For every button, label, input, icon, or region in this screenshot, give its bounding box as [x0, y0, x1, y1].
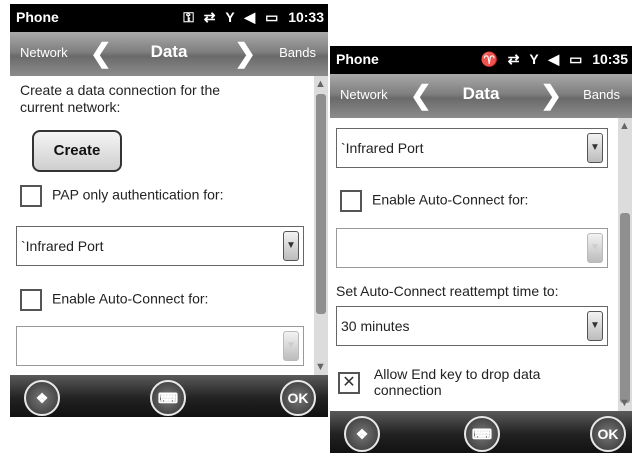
reattempt-time-dropdown[interactable]: 30 minutes ▼	[336, 306, 608, 346]
auto-connect-row[interactable]: Enable Auto-Connect for:	[340, 190, 528, 212]
scroll-down-icon[interactable]: ▼	[315, 361, 326, 373]
right-phone-screen: Phone ♈ ⇄ Y ◀ ▭ 10:35 Network ❮ Data ❯ B…	[330, 46, 632, 453]
end-key-label-line2: connection	[373, 382, 442, 398]
chevron-right-icon[interactable]: ❯	[234, 38, 256, 69]
content-panel: Create a data connection for the current…	[10, 76, 314, 375]
signal-icon: Y	[529, 51, 539, 67]
bottom-bar: ❖ ⌨ OK	[10, 375, 328, 417]
auto-connect-row[interactable]: Enable Auto-Connect for:	[20, 289, 208, 311]
nav-next-label[interactable]: Bands	[279, 45, 316, 60]
nav-bar: Network ❮ Data ❯ Bands	[10, 32, 328, 76]
status-time: 10:33	[288, 9, 324, 25]
ok-button[interactable]: OK	[590, 416, 626, 452]
scrollbar-thumb[interactable]	[316, 94, 326, 314]
status-app-title: Phone	[16, 9, 59, 25]
status-time: 10:35	[592, 51, 628, 67]
end-key-label-block: Allow End key to drop data connection	[374, 366, 541, 398]
create-description-line2: current network:	[20, 99, 121, 115]
dropdown-arrow-icon[interactable]: ▼	[587, 133, 603, 163]
auto-connect-label: Enable Auto-Connect for:	[372, 191, 529, 208]
windows-start-icon[interactable]: ❖	[344, 416, 380, 452]
content-panel: `Infrared Port ▼ Enable Auto-Connect for…	[330, 118, 618, 411]
vertical-scrollbar[interactable]: ▲ ▼	[314, 76, 328, 375]
status-app-title: Phone	[336, 51, 379, 67]
nav-next-label[interactable]: Bands	[583, 87, 620, 102]
auto-connect-dropdown[interactable]: ▼	[336, 228, 608, 268]
end-key-checkbox[interactable]: ✕	[338, 372, 360, 394]
keyboard-icon[interactable]: ⌨	[150, 380, 186, 416]
battery-icon: ▭	[569, 51, 583, 67]
pap-port-dropdown[interactable]: `Infrared Port ▼	[16, 226, 304, 266]
volume-icon: ◀	[244, 9, 256, 25]
dropdown-value: `Infrared Port	[341, 140, 424, 156]
dropdown-arrow-icon[interactable]: ▼	[587, 233, 603, 263]
create-button[interactable]: Create	[32, 130, 122, 172]
scrollbar-thumb[interactable]	[620, 213, 630, 403]
data-transfer-icon: ⇄	[507, 51, 520, 67]
auto-connect-checkbox[interactable]	[20, 289, 42, 311]
dropdown-arrow-icon[interactable]: ▼	[587, 311, 603, 341]
chevron-right-icon[interactable]: ❯	[540, 80, 562, 111]
ok-button[interactable]: OK	[280, 380, 316, 416]
dropdown-arrow-icon[interactable]: ▼	[283, 231, 299, 261]
phone-icon: ⚿	[183, 9, 194, 25]
auto-connect-dropdown[interactable]: ▼	[16, 326, 304, 366]
signal-icon: Y	[225, 9, 235, 25]
dropdown-value: 30 minutes	[341, 318, 410, 334]
status-icons: ⚿ ⇄ Y ◀ ▭ 10:33	[177, 9, 324, 26]
end-key-label-line1: Allow End key to drop data	[373, 366, 541, 382]
status-icons: ♈ ⇄ Y ◀ ▭ 10:35	[474, 51, 628, 68]
pap-auth-checkbox[interactable]	[20, 185, 42, 207]
keyboard-icon[interactable]: ⌨	[464, 416, 500, 452]
nav-bar: Network ❮ Data ❯ Bands	[330, 74, 632, 118]
windows-start-icon[interactable]: ❖	[24, 380, 60, 416]
pap-auth-row[interactable]: PAP only authentication for:	[20, 185, 223, 207]
vertical-scrollbar[interactable]: ▲ ▼	[618, 118, 632, 411]
scroll-up-icon[interactable]: ▲	[315, 78, 326, 90]
status-bar: Phone ⚿ ⇄ Y ◀ ▭ 10:33	[10, 4, 328, 32]
scroll-down-icon[interactable]: ▼	[619, 397, 630, 409]
end-key-row[interactable]: ✕ Allow End key to drop data connection	[338, 366, 540, 398]
battery-icon: ▭	[265, 9, 279, 25]
pap-auth-label: PAP only authentication for:	[52, 186, 224, 203]
scroll-up-icon[interactable]: ▲	[619, 120, 630, 132]
pap-port-dropdown[interactable]: `Infrared Port ▼	[336, 128, 608, 168]
data-transfer-icon: ⇄	[203, 9, 216, 25]
left-phone-screen: Phone ⚿ ⇄ Y ◀ ▭ 10:33 Network ❮ Data ❯ B…	[10, 4, 328, 417]
auto-connect-label: Enable Auto-Connect for:	[52, 290, 209, 307]
status-bar: Phone ♈ ⇄ Y ◀ ▭ 10:35	[330, 46, 632, 74]
auto-connect-checkbox[interactable]	[340, 190, 362, 212]
create-description-line1: Create a data connection for the	[20, 82, 221, 98]
bottom-bar: ❖ ⌨ OK	[330, 411, 632, 453]
dropdown-value: `Infrared Port	[21, 238, 104, 254]
reattempt-label: Set Auto-Connect reattempt time to:	[336, 283, 559, 299]
dropdown-arrow-icon[interactable]: ▼	[283, 331, 299, 361]
location-icon: ♈	[480, 51, 498, 67]
volume-icon: ◀	[548, 51, 560, 67]
